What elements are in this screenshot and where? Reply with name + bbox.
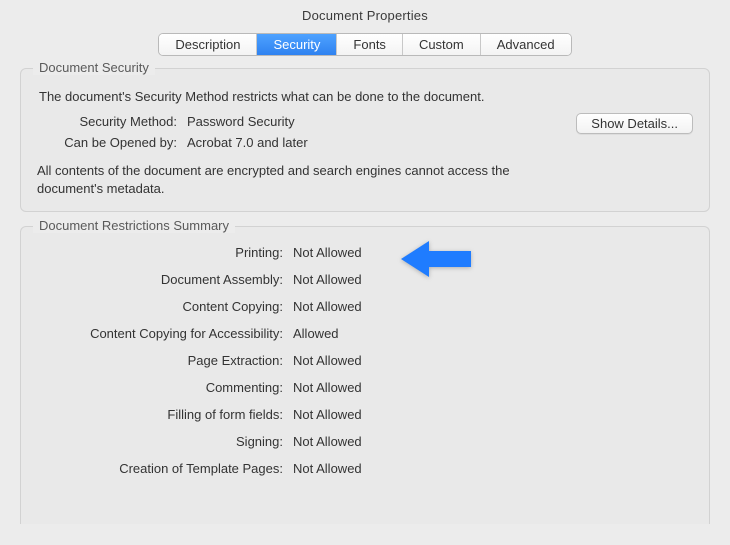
restriction-label: Document Assembly:: [37, 272, 293, 287]
tab-security[interactable]: Security: [257, 34, 337, 55]
restriction-label: Commenting:: [37, 380, 293, 395]
tab-advanced[interactable]: Advanced: [481, 34, 571, 55]
window-title: Document Properties: [0, 0, 730, 33]
restriction-label: Content Copying:: [37, 299, 293, 314]
restriction-label: Filling of form fields:: [37, 407, 293, 422]
restriction-value: Allowed: [293, 326, 339, 341]
restriction-label: Page Extraction:: [37, 353, 293, 368]
restriction-row-commenting: Commenting: Not Allowed: [37, 380, 693, 395]
restriction-value: Not Allowed: [293, 353, 362, 368]
security-method-value: Password Security: [187, 114, 295, 129]
tab-bar: Description Security Fonts Custom Advanc…: [0, 33, 730, 56]
document-security-group: Document Security The document's Securit…: [20, 68, 710, 212]
restriction-row-printing: Printing: Not Allowed: [37, 245, 693, 260]
tab-row: Description Security Fonts Custom Advanc…: [158, 33, 571, 56]
restriction-label: Creation of Template Pages:: [37, 461, 293, 476]
opened-by-row: Can be Opened by: Acrobat 7.0 and later: [37, 135, 693, 150]
restriction-row-signing: Signing: Not Allowed: [37, 434, 693, 449]
restriction-value: Not Allowed: [293, 434, 362, 449]
restrictions-group: Document Restrictions Summary Printing: …: [20, 226, 710, 524]
restriction-value: Not Allowed: [293, 407, 362, 422]
restriction-row-form-fields: Filling of form fields: Not Allowed: [37, 407, 693, 422]
restriction-label: Signing:: [37, 434, 293, 449]
opened-by-label: Can be Opened by:: [37, 135, 187, 150]
tab-custom[interactable]: Custom: [403, 34, 481, 55]
restriction-value: Not Allowed: [293, 380, 362, 395]
restriction-value: Not Allowed: [293, 272, 362, 287]
restriction-label: Printing:: [37, 245, 293, 260]
encryption-note: All contents of the document are encrypt…: [37, 162, 577, 197]
document-properties-window: Document Properties Description Security…: [0, 0, 730, 545]
tab-fonts[interactable]: Fonts: [337, 34, 403, 55]
restriction-row-template-pages: Creation of Template Pages: Not Allowed: [37, 461, 693, 476]
restriction-label: Content Copying for Accessibility:: [37, 326, 293, 341]
document-security-legend: Document Security: [33, 60, 155, 75]
tab-description[interactable]: Description: [159, 34, 257, 55]
restriction-row-accessibility: Content Copying for Accessibility: Allow…: [37, 326, 693, 341]
security-intro-text: The document's Security Method restricts…: [39, 89, 691, 104]
restriction-row-copying: Content Copying: Not Allowed: [37, 299, 693, 314]
security-method-label: Security Method:: [37, 114, 187, 129]
restriction-value: Not Allowed: [293, 461, 362, 476]
restrictions-legend: Document Restrictions Summary: [33, 218, 235, 233]
show-details-button[interactable]: Show Details...: [576, 113, 693, 134]
restriction-value: Not Allowed: [293, 299, 362, 314]
show-details-container: Show Details...: [576, 113, 693, 134]
restriction-row-assembly: Document Assembly: Not Allowed: [37, 272, 693, 287]
restriction-value: Not Allowed: [293, 245, 362, 260]
restriction-row-page-extraction: Page Extraction: Not Allowed: [37, 353, 693, 368]
opened-by-value: Acrobat 7.0 and later: [187, 135, 308, 150]
